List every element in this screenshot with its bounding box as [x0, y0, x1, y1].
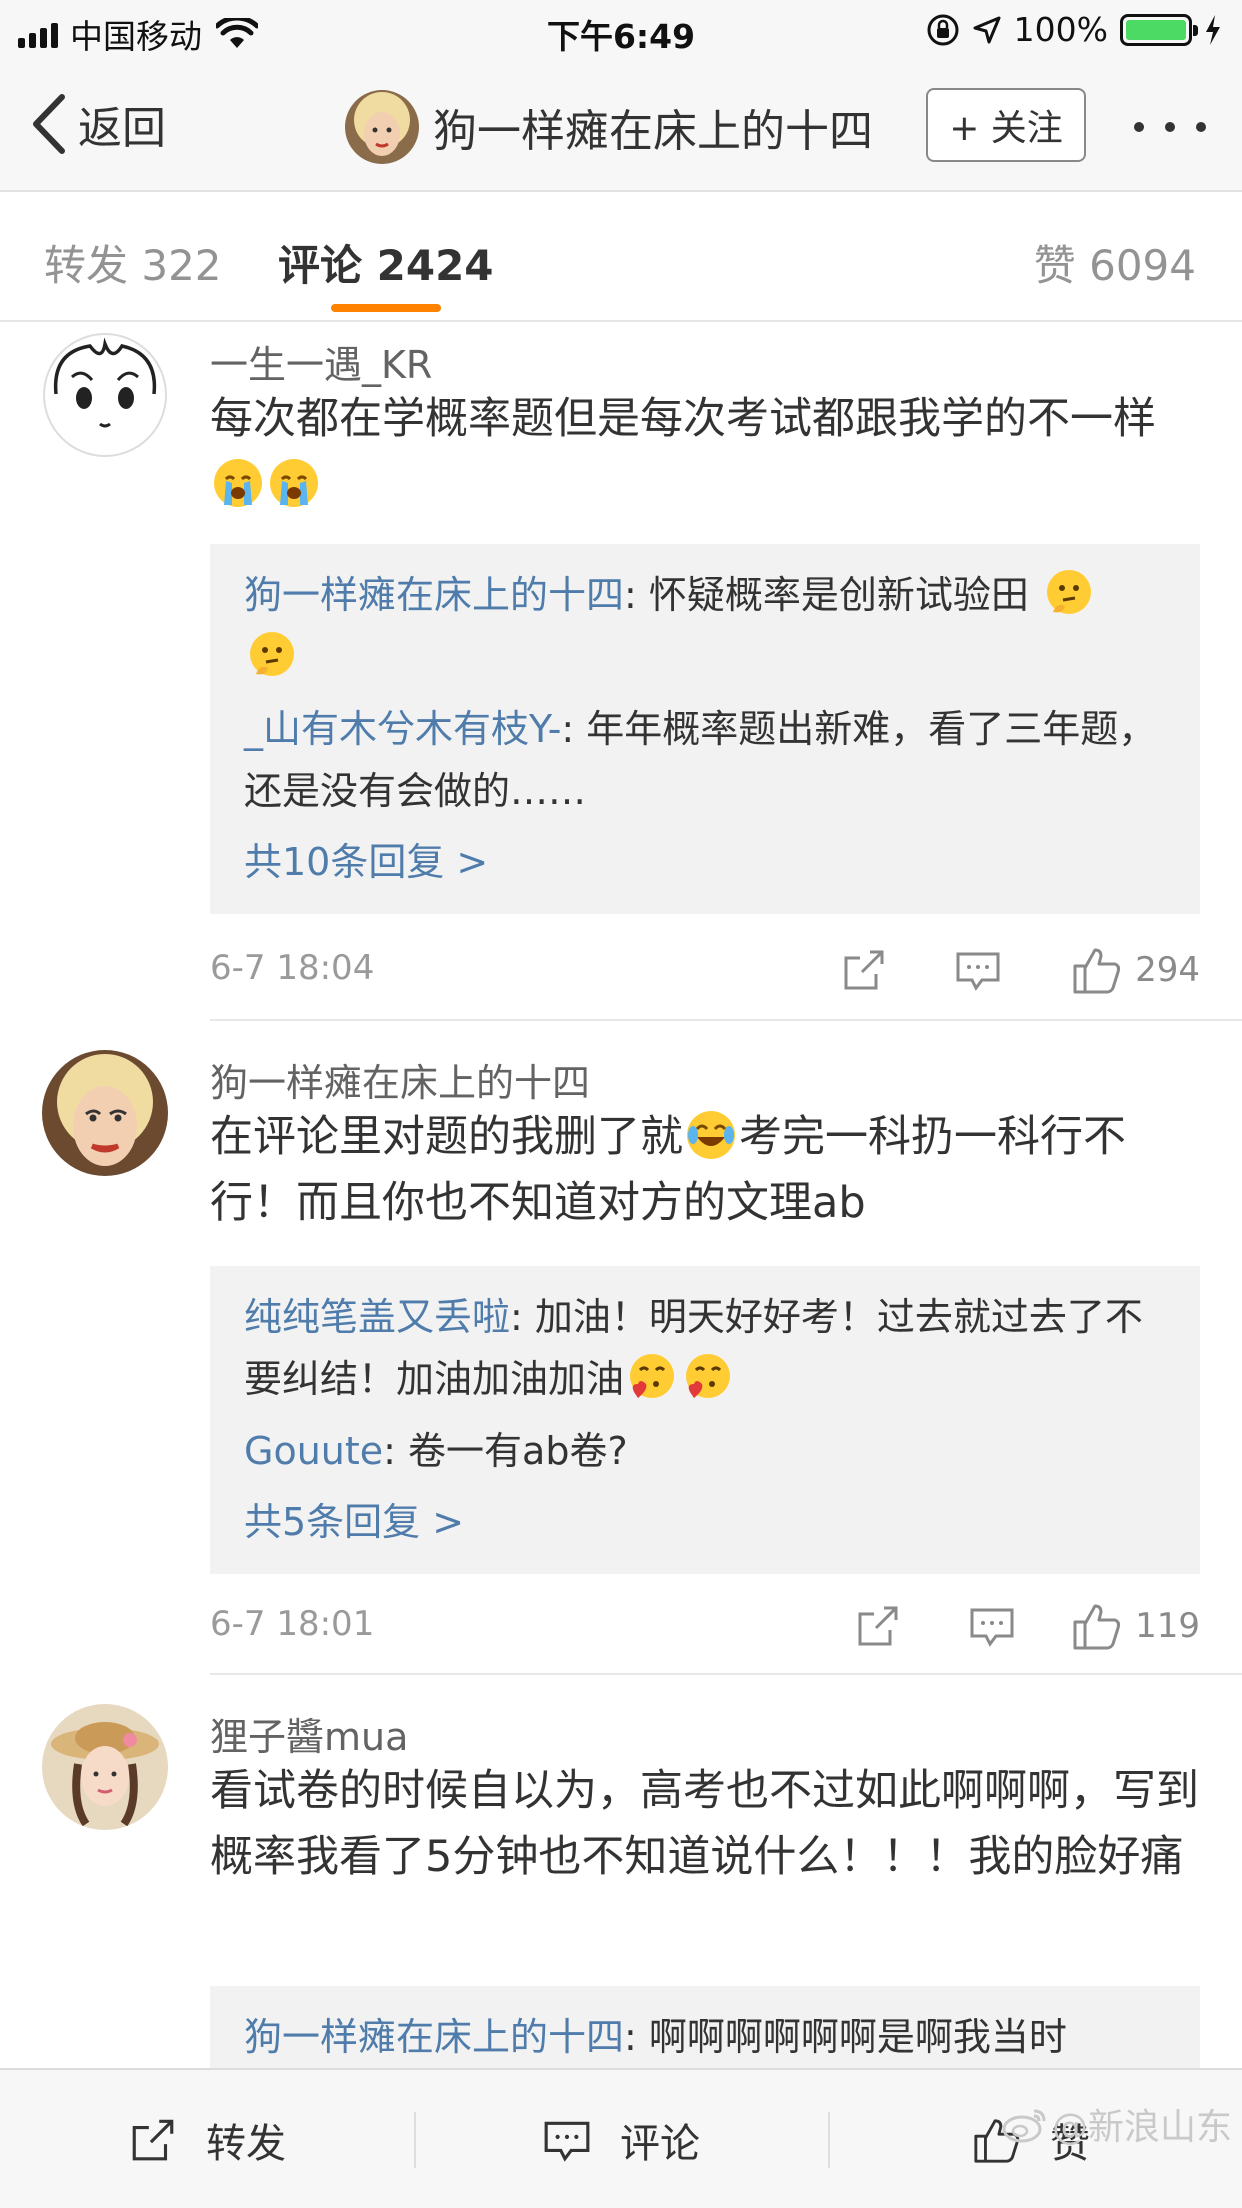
- divider: [210, 1019, 1242, 1021]
- back-label: 返回: [78, 103, 166, 154]
- location-icon: [973, 16, 1001, 43]
- reply-item[interactable]: 狗一样瘫在床上的十四: 怀疑概率是创新试验田: [244, 564, 1168, 688]
- repost-button[interactable]: 转发: [128, 2070, 286, 2208]
- comment-timestamp: 6-7 18:01: [210, 1604, 375, 1644]
- crying-emoji-icon: [270, 459, 318, 507]
- reply-username[interactable]: Gouute: [244, 1429, 383, 1473]
- chevron-left-icon: [33, 94, 65, 154]
- nav-bar: 返回 狗一样瘫在床上的十四 + 关注: [0, 62, 1242, 192]
- comment-text: 每次都在学概率题但是每次考试都跟我学的不一样: [210, 386, 1210, 518]
- orientation-lock-icon: [927, 14, 959, 45]
- comment-label: 评论: [620, 2121, 700, 2167]
- comment-button[interactable]: 评论: [542, 2070, 700, 2208]
- comment-timestamp: 6-7 18:04: [210, 948, 375, 988]
- active-tab-indicator: [331, 304, 441, 312]
- reply-box: 纯纯笔盖又丢啦: 加油！明天好好考！过去就过去了不要纠结！加油加油加油 Gouu…: [210, 1266, 1200, 1574]
- reply-item[interactable]: 狗一样瘫在床上的十四: 啊啊啊啊啊啊是啊我当时: [244, 2006, 1168, 2068]
- reply-username[interactable]: 狗一样瘫在床上的十四: [244, 573, 624, 617]
- follow-button[interactable]: + 关注: [926, 88, 1086, 162]
- comment-icon[interactable]: [954, 946, 1002, 994]
- share-icon[interactable]: [854, 1602, 902, 1650]
- comment-username[interactable]: 狗一样瘫在床上的十四: [210, 1052, 590, 1107]
- reply-text: : 怀疑概率是创新试验田: [624, 573, 1029, 617]
- tab-repost[interactable]: 转发 322: [44, 232, 222, 293]
- crying-emoji-icon: [214, 459, 262, 507]
- comment-meta: 6-7 18:01 119: [210, 1596, 1200, 1656]
- reply-box: 狗一样瘫在床上的十四: 怀疑概率是创新试验田 _山有木兮木有枝Y-: 年年概率题…: [210, 544, 1200, 914]
- status-bar: 中国移动 下午6:49 100%: [0, 0, 1242, 62]
- like-button[interactable]: 294: [1071, 944, 1200, 996]
- comment-body: 在评论里对题的我删了就: [210, 1112, 683, 1162]
- reply-text: : 啊啊啊啊啊啊是啊我当时: [624, 2015, 1067, 2059]
- kissing-heart-emoji-icon: [686, 1354, 731, 1398]
- comment-body: 每次都在学概率题但是每次考试都跟我学的不一样: [210, 394, 1156, 444]
- reply-username[interactable]: 狗一样瘫在床上的十四: [244, 2015, 624, 2059]
- charging-icon: [1206, 14, 1220, 45]
- reply-item[interactable]: Gouute: 卷一有ab卷?: [244, 1420, 1168, 1482]
- comment-icon[interactable]: [968, 1602, 1016, 1650]
- comment-icon: [544, 2121, 590, 2162]
- watermark: @新浪山东: [1002, 2098, 1232, 2150]
- watermark-text: @新浪山东: [1051, 2107, 1232, 2148]
- reply-item[interactable]: 纯纯笔盖又丢啦: 加油！明天好好考！过去就过去了不要纠结！加油加油加油: [244, 1286, 1168, 1410]
- repost-label: 转发: [206, 2121, 286, 2167]
- avatar[interactable]: [42, 1704, 168, 1830]
- thinking-emoji-icon: [1047, 570, 1091, 614]
- comment-meta: 6-7 18:04 294: [210, 940, 1200, 1000]
- like-button[interactable]: 119: [1071, 1600, 1200, 1652]
- avatar[interactable]: [345, 90, 419, 164]
- like-count: 119: [1135, 1606, 1200, 1646]
- share-icon: [132, 2119, 174, 2161]
- kissing-heart-emoji-icon: [630, 1354, 675, 1398]
- avatar[interactable]: [42, 332, 168, 458]
- comment-username[interactable]: 一生一遇_KR: [210, 334, 432, 389]
- share-icon[interactable]: [840, 946, 888, 994]
- thumbs-up-icon: [1073, 948, 1121, 994]
- tab-bar: 转发 322 评论 2424 赞 6094: [0, 192, 1242, 322]
- reply-username[interactable]: 纯纯笔盖又丢啦: [244, 1295, 510, 1339]
- divider: [210, 1673, 1242, 1675]
- battery-icon: [1120, 13, 1198, 46]
- divider: [414, 2112, 416, 2168]
- comment-text: 在评论里对题的我删了就 考完一科扔一科行不行！而且你也不知道对方的文理ab: [210, 1104, 1210, 1236]
- battery-percent: 100%: [1013, 10, 1108, 49]
- laugh-cry-emoji-icon: [687, 1111, 735, 1159]
- tab-likes[interactable]: 赞 6094: [1034, 232, 1196, 293]
- reply-item[interactable]: _山有木兮木有枝Y-: 年年概率题出新难，看了三年题，还是没有会做的……: [244, 698, 1168, 822]
- thinking-emoji-icon: [250, 632, 294, 676]
- thumbs-up-icon: [1073, 1604, 1121, 1650]
- avatar[interactable]: [42, 1050, 168, 1176]
- tab-comments[interactable]: 评论 2424: [278, 232, 494, 293]
- divider: [828, 2112, 830, 2168]
- view-more-replies-link[interactable]: 共10条回复 >: [244, 832, 1168, 892]
- reply-username[interactable]: _山有木兮木有枝Y-: [244, 707, 561, 751]
- like-count: 294: [1135, 950, 1200, 990]
- more-options-icon[interactable]: [1134, 112, 1206, 142]
- reply-text: : 卷一有ab卷?: [383, 1429, 628, 1473]
- comment-text: 看试卷的时候自以为，高考也不过如此啊啊啊，写到概率我看了5分钟也不知道说什么！！…: [210, 1766, 1199, 1882]
- page-title: 狗一样瘫在床上的十四: [433, 106, 873, 157]
- view-more-replies-link[interactable]: 共5条回复 >: [244, 1492, 1168, 1552]
- weibo-logo-icon: [1002, 2109, 1046, 2143]
- comment-username[interactable]: 狸子醬mua: [210, 1706, 408, 1761]
- back-button[interactable]: 返回: [30, 92, 166, 156]
